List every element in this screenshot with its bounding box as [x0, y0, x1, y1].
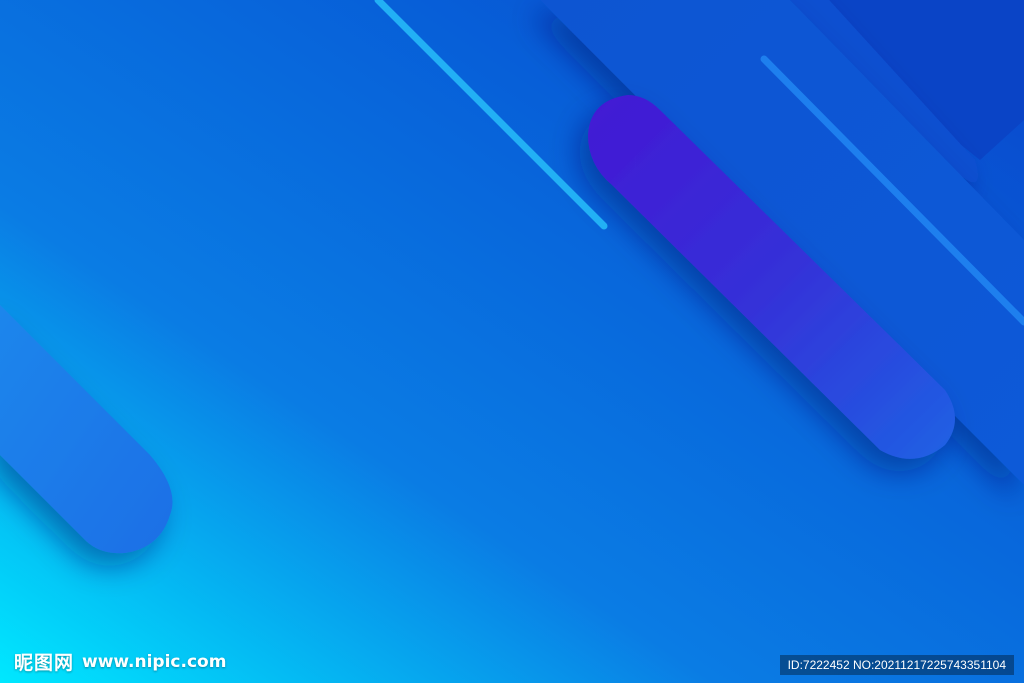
site-url: www.nipic.com	[82, 651, 227, 672]
image-id-badge: ID:7222452 NO:20211217225743351104	[779, 655, 1014, 675]
site-name-cn: 昵图网	[14, 652, 75, 674]
background-artwork	[0, 0, 1024, 683]
site-watermark-logo: 昵图网 www.nipic.com	[14, 648, 226, 675]
abstract-blue-background: 昵图网 www.nipic.com ID:7222452 NO:20211217…	[0, 0, 1024, 683]
